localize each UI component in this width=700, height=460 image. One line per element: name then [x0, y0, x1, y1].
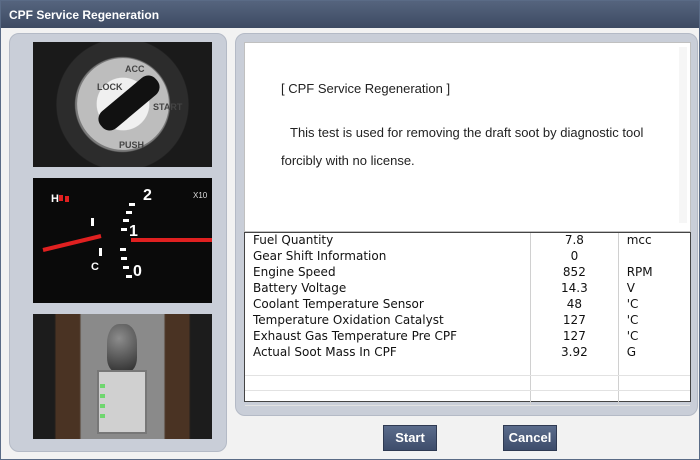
param-unit: RPM — [626, 265, 653, 279]
table-row: Gear Shift Information 0 — [245, 248, 690, 265]
ignition-label-push: PUSH — [119, 140, 145, 150]
param-value: 852 — [530, 264, 619, 281]
description-line-1: This test is used for removing the draft… — [290, 125, 644, 140]
param-unit: mcc — [626, 233, 652, 247]
gauge-label-0: 0 — [133, 263, 142, 280]
table-row: Actual Soot Mass In CPF 3.92 G — [245, 344, 690, 361]
table-row: Fuel Quantity 7.8 mcc — [245, 233, 690, 249]
table-row: Temperature Oxidation Catalyst 127 'C — [245, 312, 690, 329]
cancel-button[interactable]: Cancel — [503, 425, 557, 451]
temperature-tachometer-image: H C 2 1 0 X10 — [33, 178, 212, 303]
table-row: Battery Voltage 14.3 V — [245, 280, 690, 297]
param-value: 14.3 — [530, 280, 619, 297]
gauge-label-2: 2 — [143, 187, 152, 204]
param-value: 7.8 — [530, 233, 619, 249]
table-row: Exhaust Gas Temperature Pre CPF 127 'C — [245, 328, 690, 345]
table-row-empty — [245, 390, 690, 406]
table-row: Coolant Temperature Sensor 48 'C — [245, 296, 690, 313]
gauge-label-x10: X10 — [193, 191, 208, 200]
table-row-empty — [245, 360, 690, 376]
image-panel: LOCK ACC START PUSH H C 2 1 0 X10 — [9, 33, 227, 452]
param-name: Temperature Oxidation Catalyst — [245, 312, 532, 329]
param-name: Fuel Quantity — [245, 233, 532, 249]
cpf-regeneration-window: CPF Service Regeneration LOCK ACC START … — [0, 0, 700, 460]
param-name: Actual Soot Mass In CPF — [245, 344, 532, 361]
table-row-empty — [245, 375, 690, 391]
param-value: 48 — [530, 296, 619, 313]
param-name: Gear Shift Information — [245, 248, 532, 265]
param-unit: G — [626, 345, 637, 359]
param-unit — [618, 249, 690, 265]
description-box: [ CPF Service Regeneration ] This test i… — [244, 42, 691, 232]
param-name: Battery Voltage — [245, 280, 532, 297]
param-unit: 'C — [626, 297, 639, 311]
ignition-label-lock: LOCK — [97, 82, 123, 92]
main-panel: [ CPF Service Regeneration ] This test i… — [235, 33, 698, 416]
param-value: 0 — [530, 248, 619, 265]
ignition-label-acc: ACC — [125, 64, 145, 74]
param-value: 127 — [530, 312, 619, 329]
gear-shifter-image — [33, 314, 212, 439]
start-button[interactable]: Start — [383, 425, 437, 451]
sensor-data-table: Fuel Quantity 7.8 mcc Gear Shift Informati… — [244, 232, 691, 406]
param-name: Coolant Temperature Sensor — [245, 296, 532, 313]
ignition-label-start: START — [153, 102, 183, 112]
description-title: [ CPF Service Regeneration ] — [281, 81, 451, 96]
param-value: 127 — [530, 328, 619, 345]
description-scrollbar[interactable] — [679, 47, 687, 223]
gauge-label-c: C — [91, 261, 99, 273]
shift-gate — [97, 370, 147, 434]
window-title: CPF Service Regeneration — [1, 1, 699, 28]
gauge-label-1: 1 — [129, 223, 138, 240]
param-name: Exhaust Gas Temperature Pre CPF — [245, 328, 532, 345]
param-value: 3.92 — [530, 344, 619, 361]
description-line-2: forcibly with no license. — [281, 153, 415, 168]
param-unit: V — [626, 281, 635, 295]
temp-needle — [42, 234, 102, 252]
param-name: Engine Speed — [245, 264, 532, 281]
table-row: Engine Speed 852 RPM — [245, 264, 690, 281]
ignition-switch-image: LOCK ACC START PUSH — [33, 42, 212, 167]
gauge-label-h: H — [51, 193, 59, 205]
param-unit: 'C — [626, 313, 639, 327]
param-unit: 'C — [626, 329, 639, 343]
shift-knob — [107, 324, 137, 372]
